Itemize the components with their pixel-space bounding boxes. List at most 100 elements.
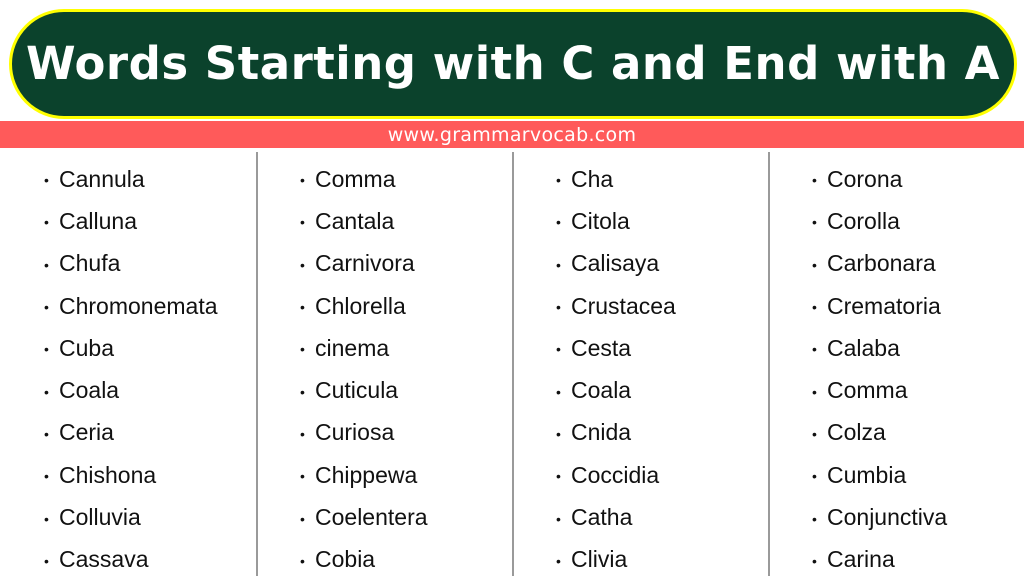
website-strip: www.grammarvocab.com bbox=[0, 121, 1024, 148]
list-item: • Coelentera bbox=[300, 496, 428, 538]
list-item: • Carbonara bbox=[812, 243, 947, 285]
bullet-icon: • bbox=[300, 214, 305, 231]
bullet-icon: • bbox=[556, 299, 561, 316]
word-text: Calluna bbox=[59, 207, 137, 234]
word-column-1: • Cannula • Calluna • Chufa • Chromonemata • Cuba… bbox=[0, 152, 256, 576]
list-item: • Curiosa bbox=[300, 412, 428, 454]
bullet-icon: • bbox=[300, 341, 305, 358]
word-text: Cannula bbox=[59, 165, 145, 192]
bullet-icon: • bbox=[812, 425, 817, 442]
list-item: • Carina bbox=[812, 539, 947, 576]
bullet-icon: • bbox=[44, 214, 49, 231]
bullet-icon: • bbox=[556, 425, 561, 442]
word-text: Calisaya bbox=[571, 250, 660, 277]
list-item: • Cumbia bbox=[812, 454, 947, 496]
bullet-icon: • bbox=[556, 214, 561, 231]
word-list: • Comma • Cantala • Carnivora • Chlorella • cinem… bbox=[300, 158, 428, 576]
bullet-icon: • bbox=[556, 256, 561, 273]
list-item: • Corona bbox=[812, 158, 947, 200]
bullet-icon: • bbox=[556, 172, 561, 189]
word-text: Curiosa bbox=[315, 419, 395, 446]
word-text: Cumbia bbox=[827, 461, 907, 488]
word-text: Comma bbox=[827, 377, 908, 404]
word-text: Citola bbox=[571, 207, 630, 234]
word-text: Cassava bbox=[59, 546, 149, 573]
word-text: Chromonemata bbox=[59, 292, 218, 319]
list-item: • Coala bbox=[556, 369, 676, 411]
list-item: • Cuba bbox=[44, 327, 218, 369]
list-item: • Crematoria bbox=[812, 285, 947, 327]
word-text: Coala bbox=[571, 377, 632, 404]
bullet-icon: • bbox=[812, 256, 817, 273]
list-item: • Calisaya bbox=[556, 243, 676, 285]
word-text: Clivia bbox=[571, 546, 628, 573]
bullet-icon: • bbox=[812, 299, 817, 316]
word-list-graphic: Words Starting with C and End with A www… bbox=[0, 0, 1024, 576]
list-item: • Comma bbox=[812, 369, 947, 411]
word-columns: • Cannula • Calluna • Chufa • Chromonemata • Cuba… bbox=[0, 152, 1024, 576]
list-item: • Calluna bbox=[44, 200, 218, 242]
page-title: Words Starting with C and End with A bbox=[25, 36, 1000, 90]
bullet-icon: • bbox=[556, 510, 561, 527]
bullet-icon: • bbox=[556, 341, 561, 358]
word-text: Catha bbox=[571, 504, 633, 531]
list-item: • Clivia bbox=[556, 539, 676, 576]
bullet-icon: • bbox=[44, 425, 49, 442]
word-text: Ceria bbox=[59, 419, 114, 446]
list-item: • Corolla bbox=[812, 200, 947, 242]
list-item: • Calaba bbox=[812, 327, 947, 369]
list-item: • Colluvia bbox=[44, 496, 218, 538]
list-item: • Cassava bbox=[44, 539, 218, 576]
word-text: Chippewa bbox=[315, 461, 418, 488]
list-item: • Cha bbox=[556, 158, 676, 200]
bullet-icon: • bbox=[812, 552, 817, 569]
bullet-icon: • bbox=[556, 552, 561, 569]
word-text: Cantala bbox=[315, 207, 395, 234]
bullet-icon: • bbox=[812, 383, 817, 400]
bullet-icon: • bbox=[300, 256, 305, 273]
word-column-3: • Cha • Citola • Calisaya • Crustacea • Cesta • Coa… bbox=[512, 152, 768, 576]
list-item: • cinema bbox=[300, 327, 428, 369]
word-text: Carnivora bbox=[315, 250, 415, 277]
word-column-4: • Corona • Corolla • Carbonara • Crematoria • Cal… bbox=[768, 152, 1024, 576]
list-item: • Crustacea bbox=[556, 285, 676, 327]
list-item: • Cannula bbox=[44, 158, 218, 200]
word-list: • Cha • Citola • Calisaya • Crustacea • Cesta • Coa… bbox=[556, 158, 676, 576]
word-text: Cnida bbox=[571, 419, 632, 446]
list-item: • Cesta bbox=[556, 327, 676, 369]
word-text: Colluvia bbox=[59, 504, 141, 531]
bullet-icon: • bbox=[300, 172, 305, 189]
bullet-icon: • bbox=[812, 341, 817, 358]
word-text: Coelentera bbox=[315, 504, 428, 531]
bullet-icon: • bbox=[300, 552, 305, 569]
bullet-icon: • bbox=[812, 510, 817, 527]
bullet-icon: • bbox=[44, 299, 49, 316]
bullet-icon: • bbox=[300, 299, 305, 316]
word-text: Coala bbox=[59, 377, 120, 404]
bullet-icon: • bbox=[556, 468, 561, 485]
bullet-icon: • bbox=[44, 172, 49, 189]
bullet-icon: • bbox=[300, 383, 305, 400]
bullet-icon: • bbox=[44, 468, 49, 485]
title-banner: Words Starting with C and End with A bbox=[9, 9, 1017, 119]
word-text: Chlorella bbox=[315, 292, 406, 319]
bullet-icon: • bbox=[812, 172, 817, 189]
bullet-icon: • bbox=[556, 383, 561, 400]
word-text: Corona bbox=[827, 165, 903, 192]
word-list: • Corona • Corolla • Carbonara • Crematoria • Cal… bbox=[812, 158, 947, 576]
list-item: • Conjunctiva bbox=[812, 496, 947, 538]
bullet-icon: • bbox=[812, 468, 817, 485]
word-text: Chufa bbox=[59, 250, 121, 277]
list-item: • Ceria bbox=[44, 412, 218, 454]
bullet-icon: • bbox=[300, 510, 305, 527]
word-text: Coccidia bbox=[571, 461, 660, 488]
list-item: • Chippewa bbox=[300, 454, 428, 496]
list-item: • Cnida bbox=[556, 412, 676, 454]
word-text: Cesta bbox=[571, 334, 632, 361]
word-text: Crustacea bbox=[571, 292, 676, 319]
bullet-icon: • bbox=[44, 552, 49, 569]
word-text: Calaba bbox=[827, 334, 900, 361]
word-text: Carina bbox=[827, 546, 895, 573]
word-text: Colza bbox=[827, 419, 886, 446]
word-text: Cha bbox=[571, 165, 614, 192]
